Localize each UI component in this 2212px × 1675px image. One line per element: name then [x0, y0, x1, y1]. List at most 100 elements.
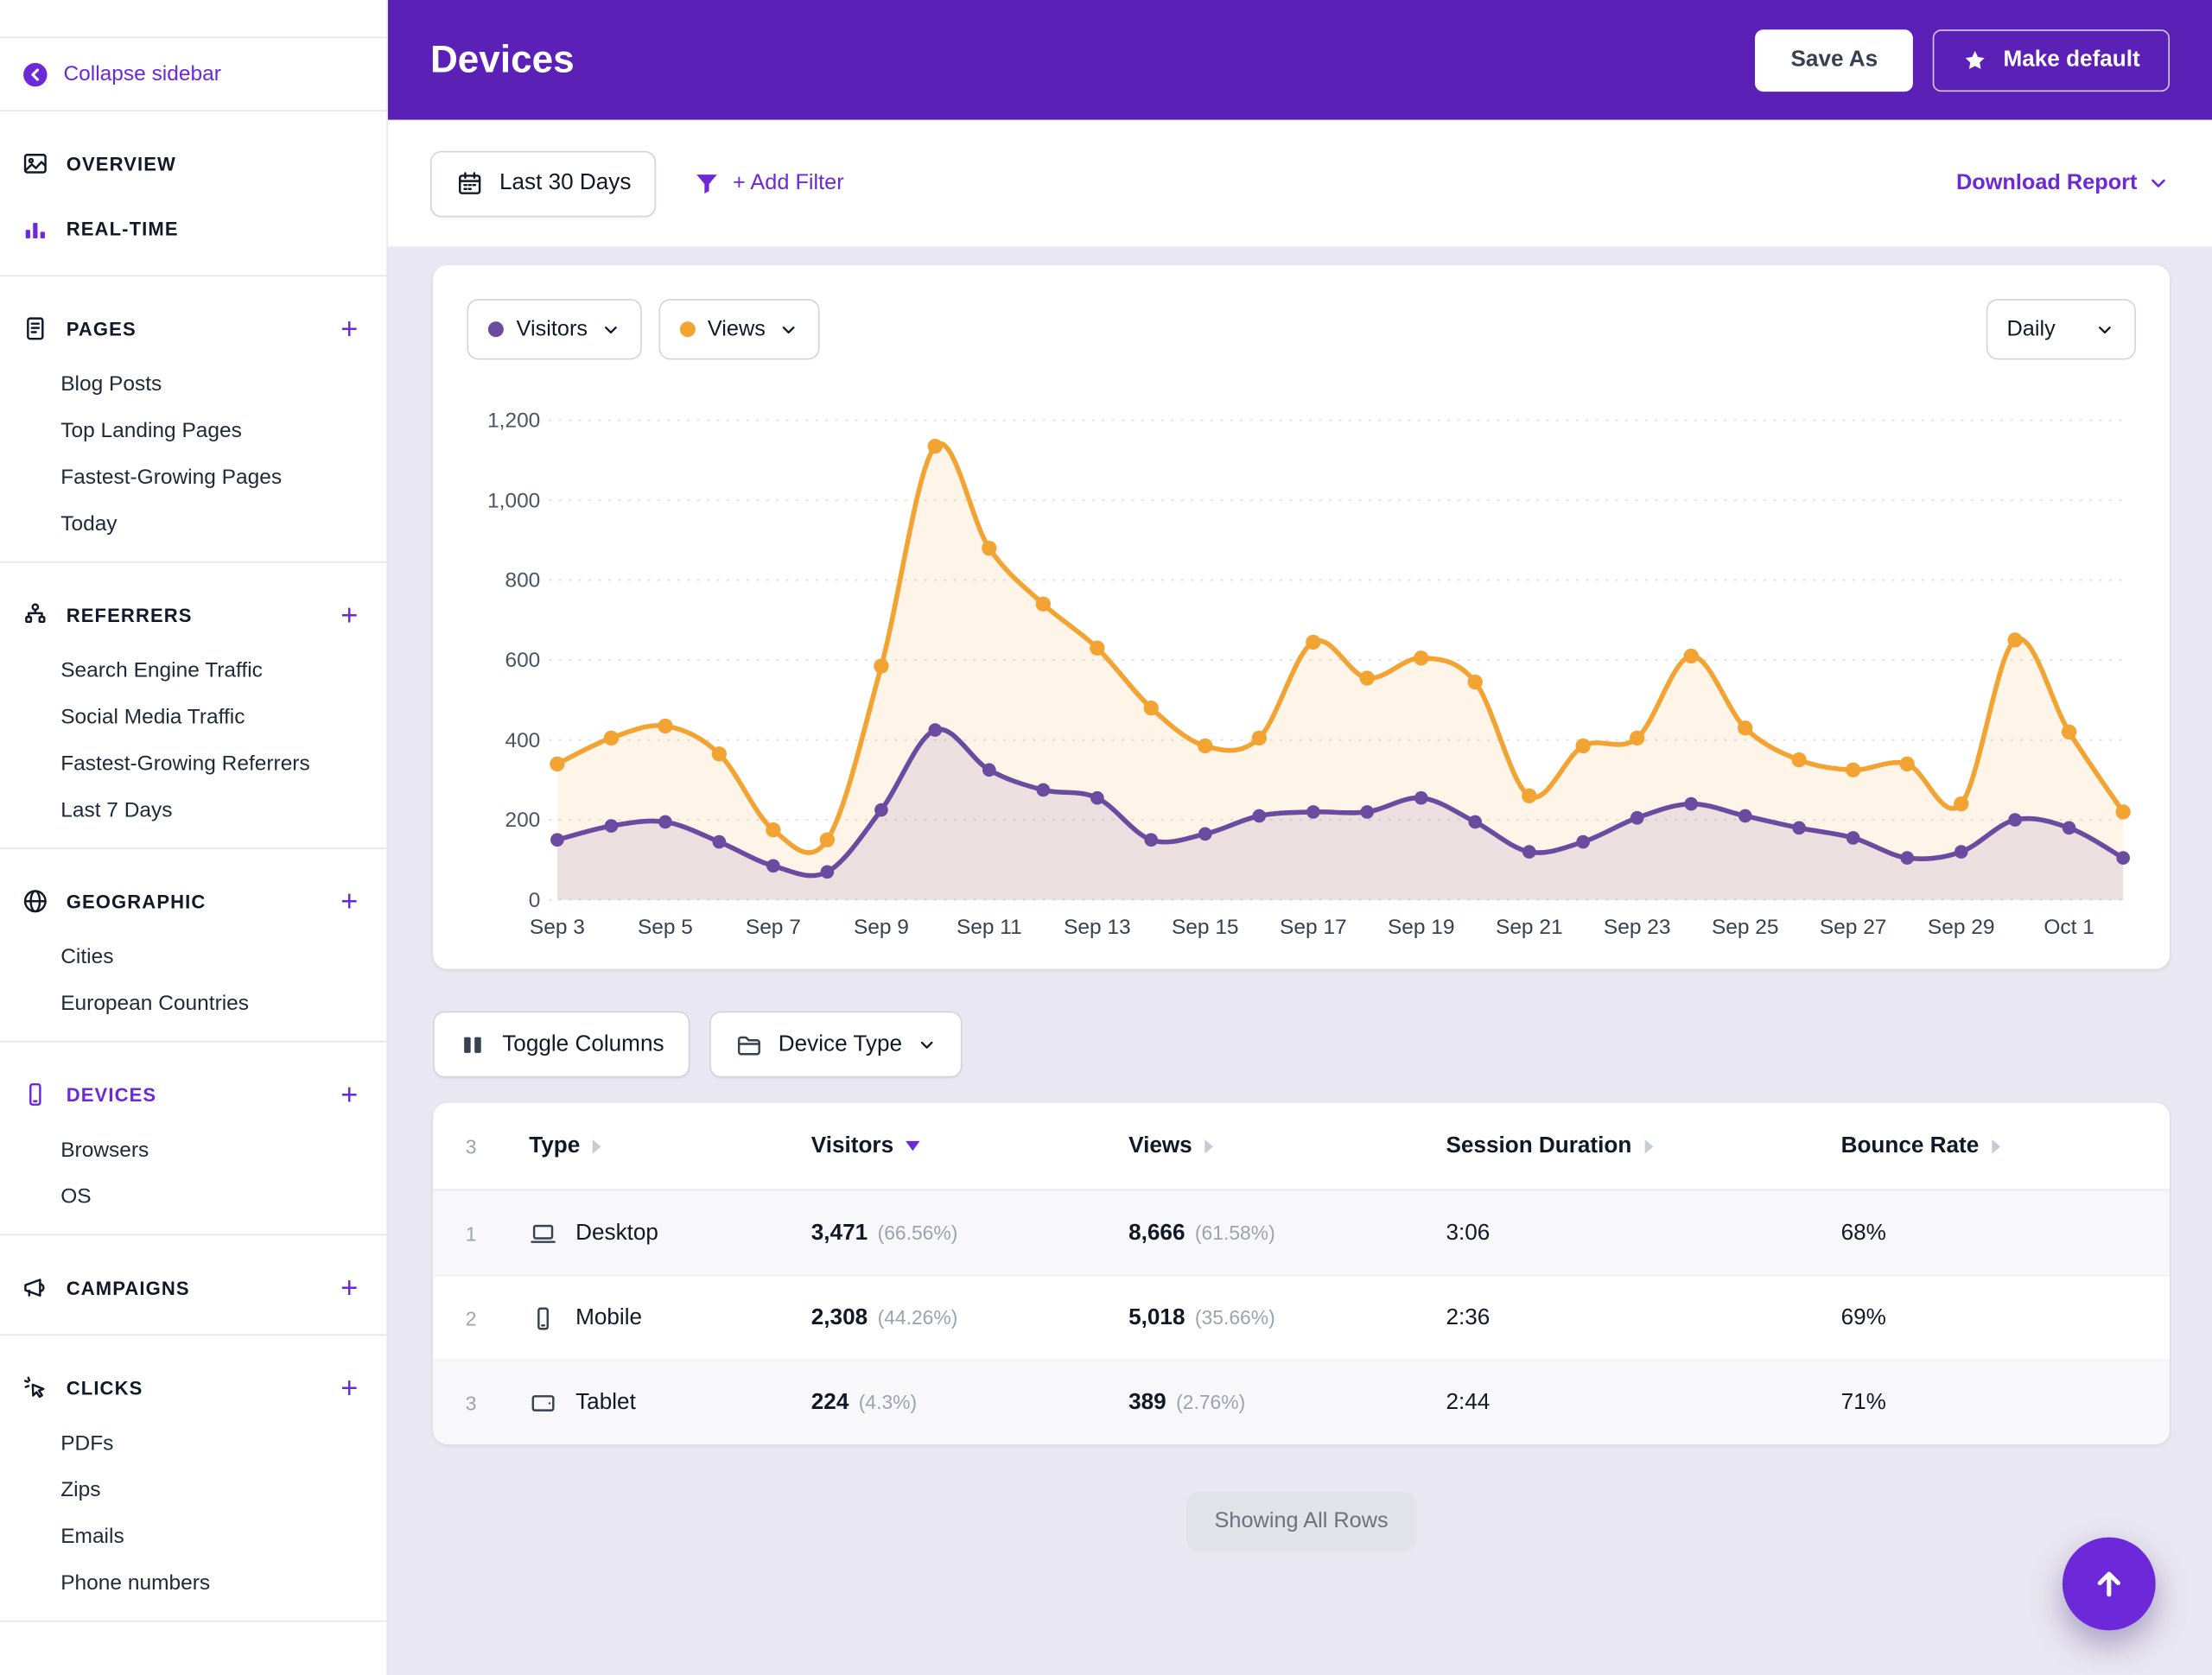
sidebar-item-pages[interactable]: PAGES +	[0, 296, 386, 361]
svg-text:1,200: 1,200	[487, 409, 540, 433]
star-icon	[1962, 48, 1987, 73]
sidebar-item-campaigns[interactable]: CAMPAIGNS +	[0, 1255, 386, 1320]
column-header-visitors[interactable]: Visitors	[811, 1133, 1128, 1158]
sidebar-subitem-european-countries[interactable]: European Countries	[0, 980, 386, 1027]
overview-icon	[21, 149, 49, 178]
add-icon[interactable]: +	[334, 314, 365, 343]
app: Collapse sidebar OVERVIEW REAL-TIME PAGES +…	[0, 0, 2212, 1675]
visitors-series-dot	[487, 321, 504, 338]
sidebar-subitem-blog-posts[interactable]: Blog Posts	[0, 361, 386, 408]
up-arrow-icon	[2091, 1565, 2127, 1602]
svg-text:1,000: 1,000	[487, 489, 540, 512]
make-default-button[interactable]: Make default	[1932, 29, 2171, 92]
sidebar-section: REFERRERS + Search Engine Traffic Social Me…	[0, 562, 387, 849]
sort-desc-icon	[906, 1140, 921, 1152]
legend-visitors-chip[interactable]: Visitors	[467, 299, 642, 360]
svg-text:Sep 19: Sep 19	[1388, 916, 1455, 939]
svg-text:400: 400	[505, 729, 540, 752]
add-icon[interactable]: +	[334, 600, 365, 630]
sidebar-subitem-os[interactable]: OS	[0, 1173, 386, 1220]
table-body: 1 Desktop 3,471 (66.56%) 8,666 (61.58%) 3:06 68…	[433, 1190, 2171, 1444]
table-header-row: 3 Type Visitors Views Session Duration Bounce…	[433, 1103, 2171, 1190]
sidebar-item-label: CAMPAIGNS	[66, 1277, 190, 1298]
line-chart: 0 200 400 600 800 1,000 1,200 Sep 3 Sep 5 Sep 7 Se…	[487, 409, 2131, 939]
sidebar-subitem-top-landing-pages[interactable]: Top Landing Pages	[0, 408, 386, 454]
svg-text:Sep 17: Sep 17	[1280, 916, 1347, 939]
sidebar-subitem-fastest-growing-pages[interactable]: Fastest-Growing Pages	[0, 454, 386, 501]
svg-text:Sep 11: Sep 11	[957, 916, 1022, 939]
collapse-sidebar-button[interactable]: Collapse sidebar	[0, 38, 387, 111]
sidebar-subitem-phone-numbers[interactable]: Phone numbers	[0, 1560, 386, 1607]
svg-text:Sep 3: Sep 3	[530, 916, 585, 939]
svg-text:600: 600	[505, 649, 540, 672]
table-controls: Toggle Columns Device Type	[433, 1011, 2170, 1078]
sidebar-subitem-fastest-growing-referrers[interactable]: Fastest-Growing Referrers	[0, 740, 386, 787]
sidebar-section: OVERVIEW REAL-TIME	[0, 111, 387, 276]
device-type-value: Tablet	[575, 1389, 636, 1414]
device-type-value: Desktop	[575, 1221, 658, 1245]
svg-text:Sep 25: Sep 25	[1712, 916, 1779, 939]
sidebar-item-label: CLICKS	[66, 1377, 143, 1399]
column-header-views[interactable]: Views	[1128, 1133, 1446, 1158]
columns-icon	[459, 1031, 487, 1059]
calendar-icon	[455, 169, 484, 198]
sidebar-item-label: OVERVIEW	[66, 153, 176, 174]
add-icon[interactable]: +	[334, 1080, 365, 1109]
legend-views-chip[interactable]: Views	[658, 299, 819, 360]
sidebar-subitem-last-7-days[interactable]: Last 7 Days	[0, 787, 386, 834]
page-header: Devices Save As Make default	[387, 0, 2212, 120]
column-header-type[interactable]: Type	[529, 1133, 811, 1158]
sidebar-nav: OVERVIEW REAL-TIME PAGES + Blog Posts Top Lan…	[0, 111, 387, 1622]
table-row-tablet[interactable]: 3 Tablet 224 (4.3%) 389 (2.76%) 2:44 71%	[433, 1359, 2171, 1444]
date-range-button[interactable]: Last 30 Days	[429, 149, 657, 217]
svg-text:0: 0	[529, 889, 541, 912]
sidebar-item-referrers[interactable]: REFERRERS +	[0, 582, 386, 647]
add-icon[interactable]: +	[334, 886, 365, 916]
sidebar-item-geographic[interactable]: GEOGRAPHIC +	[0, 869, 386, 934]
column-header-session-duration[interactable]: Session Duration	[1446, 1133, 1840, 1158]
table-row-mobile[interactable]: 2 Mobile 2,308 (44.26%) 5,018 (35.66%) 2:36 69%	[433, 1274, 2171, 1360]
sidebar-item-clicks[interactable]: CLICKS +	[0, 1355, 386, 1420]
interval-select[interactable]: Daily	[1986, 299, 2136, 360]
sort-arrow-icon	[592, 1139, 601, 1153]
sidebar-subitem-browsers[interactable]: Browsers	[0, 1126, 386, 1173]
save-as-button[interactable]: Save As	[1755, 29, 1914, 92]
svg-text:Oct 1: Oct 1	[2044, 916, 2094, 939]
legend-visitors-label: Visitors	[516, 316, 588, 341]
chevron-down-icon	[2147, 172, 2170, 194]
sidebar-item-devices[interactable]: DEVICES +	[0, 1062, 386, 1126]
collapse-icon	[21, 60, 49, 88]
chart-legend: Visitors Views Daily	[467, 299, 2136, 360]
svg-text:Sep 15: Sep 15	[1172, 916, 1239, 939]
device-type-button[interactable]: Device Type	[709, 1011, 963, 1078]
svg-text:Sep 21: Sep 21	[1496, 916, 1563, 939]
sidebar-item-real-time[interactable]: REAL-TIME	[0, 196, 386, 261]
add-icon[interactable]: +	[334, 1272, 365, 1302]
campaigns-icon	[21, 1273, 49, 1302]
add-icon[interactable]: +	[334, 1373, 365, 1402]
scroll-to-top-button[interactable]	[2062, 1537, 2156, 1631]
collapse-sidebar-label: Collapse sidebar	[63, 61, 221, 86]
sidebar-subitem-emails[interactable]: Emails	[0, 1513, 386, 1560]
sidebar-subitem-pdfs[interactable]: PDFs	[0, 1420, 386, 1467]
toggle-columns-label: Toggle Columns	[502, 1031, 664, 1056]
sidebar-subitem-cities[interactable]: Cities	[0, 934, 386, 980]
add-filter-label: + Add Filter	[732, 170, 844, 195]
sidebar-item-label: REFERRERS	[66, 604, 193, 626]
table-row-desktop[interactable]: 1 Desktop 3,471 (66.56%) 8,666 (61.58%) 3:06 68…	[433, 1190, 2171, 1275]
add-filter-button[interactable]: + Add Filter	[693, 169, 844, 198]
sidebar-item-overview[interactable]: OVERVIEW	[0, 131, 386, 196]
sidebar-subitem-zips[interactable]: Zips	[0, 1467, 386, 1513]
referrers-icon	[21, 601, 49, 630]
sidebar-item-label: REAL-TIME	[66, 218, 179, 239]
sidebar-subitem-search-engine-traffic[interactable]: Search Engine Traffic	[0, 647, 386, 694]
svg-text:Sep 9: Sep 9	[854, 916, 909, 939]
toggle-columns-button[interactable]: Toggle Columns	[433, 1011, 690, 1078]
sidebar-subitem-today[interactable]: Today	[0, 501, 386, 548]
interval-label: Daily	[2006, 316, 2056, 341]
showing-all-rows-button[interactable]: Showing All Rows	[1185, 1492, 1417, 1551]
download-report-button[interactable]: Download Report	[1956, 171, 2170, 196]
devices-table: 3 Type Visitors Views Session Duration Bounce…	[433, 1102, 2171, 1444]
column-header-bounce-rate[interactable]: Bounce Rate	[1841, 1133, 2170, 1158]
sidebar-subitem-social-media-traffic[interactable]: Social Media Traffic	[0, 694, 386, 740]
